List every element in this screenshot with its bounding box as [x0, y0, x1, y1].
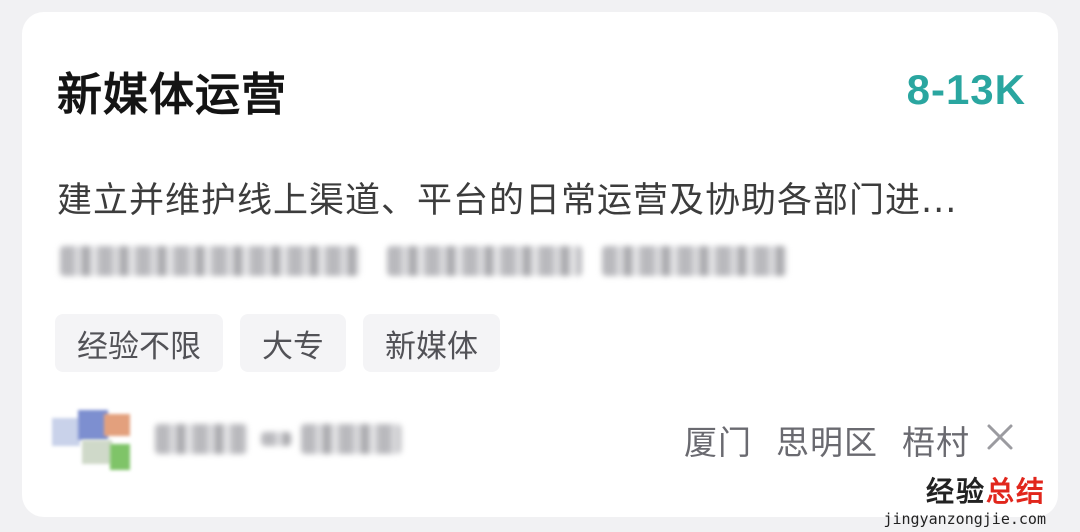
tag-experience: 经验不限 [55, 314, 223, 372]
job-title: 新媒体运营 [57, 68, 288, 121]
watermark-text-a: 经验 [925, 475, 986, 508]
location-district: 思明区 [776, 423, 878, 462]
job-card[interactable]: 新媒体运营 8-13K 建立并维护线上渠道、平台的日常运营及协助各部门进... … [22, 12, 1058, 517]
watermark: 经验总结 jingyanzongjie.com [883, 470, 1046, 528]
tag-list: 经验不限 大专 新媒体 [55, 314, 500, 372]
job-description: 建立并维护线上渠道、平台的日常运营及协助各部门进... [57, 181, 958, 221]
watermark-text-b: 总结 [985, 475, 1046, 508]
close-icon[interactable] [980, 417, 1020, 457]
tag-category: 新媒体 [363, 314, 500, 372]
tag-education: 大专 [240, 314, 346, 372]
salary-range: 8-13K [906, 66, 1026, 113]
blurred-company-name [155, 420, 405, 460]
location-city: 厦门 [684, 423, 752, 462]
company-avatar [52, 410, 134, 474]
watermark-url: jingyanzongjie.com [883, 510, 1046, 528]
location-area: 梧村 [902, 423, 970, 462]
blurred-details [52, 238, 802, 284]
job-location: 厦门 思明区 梧村 [684, 416, 970, 464]
